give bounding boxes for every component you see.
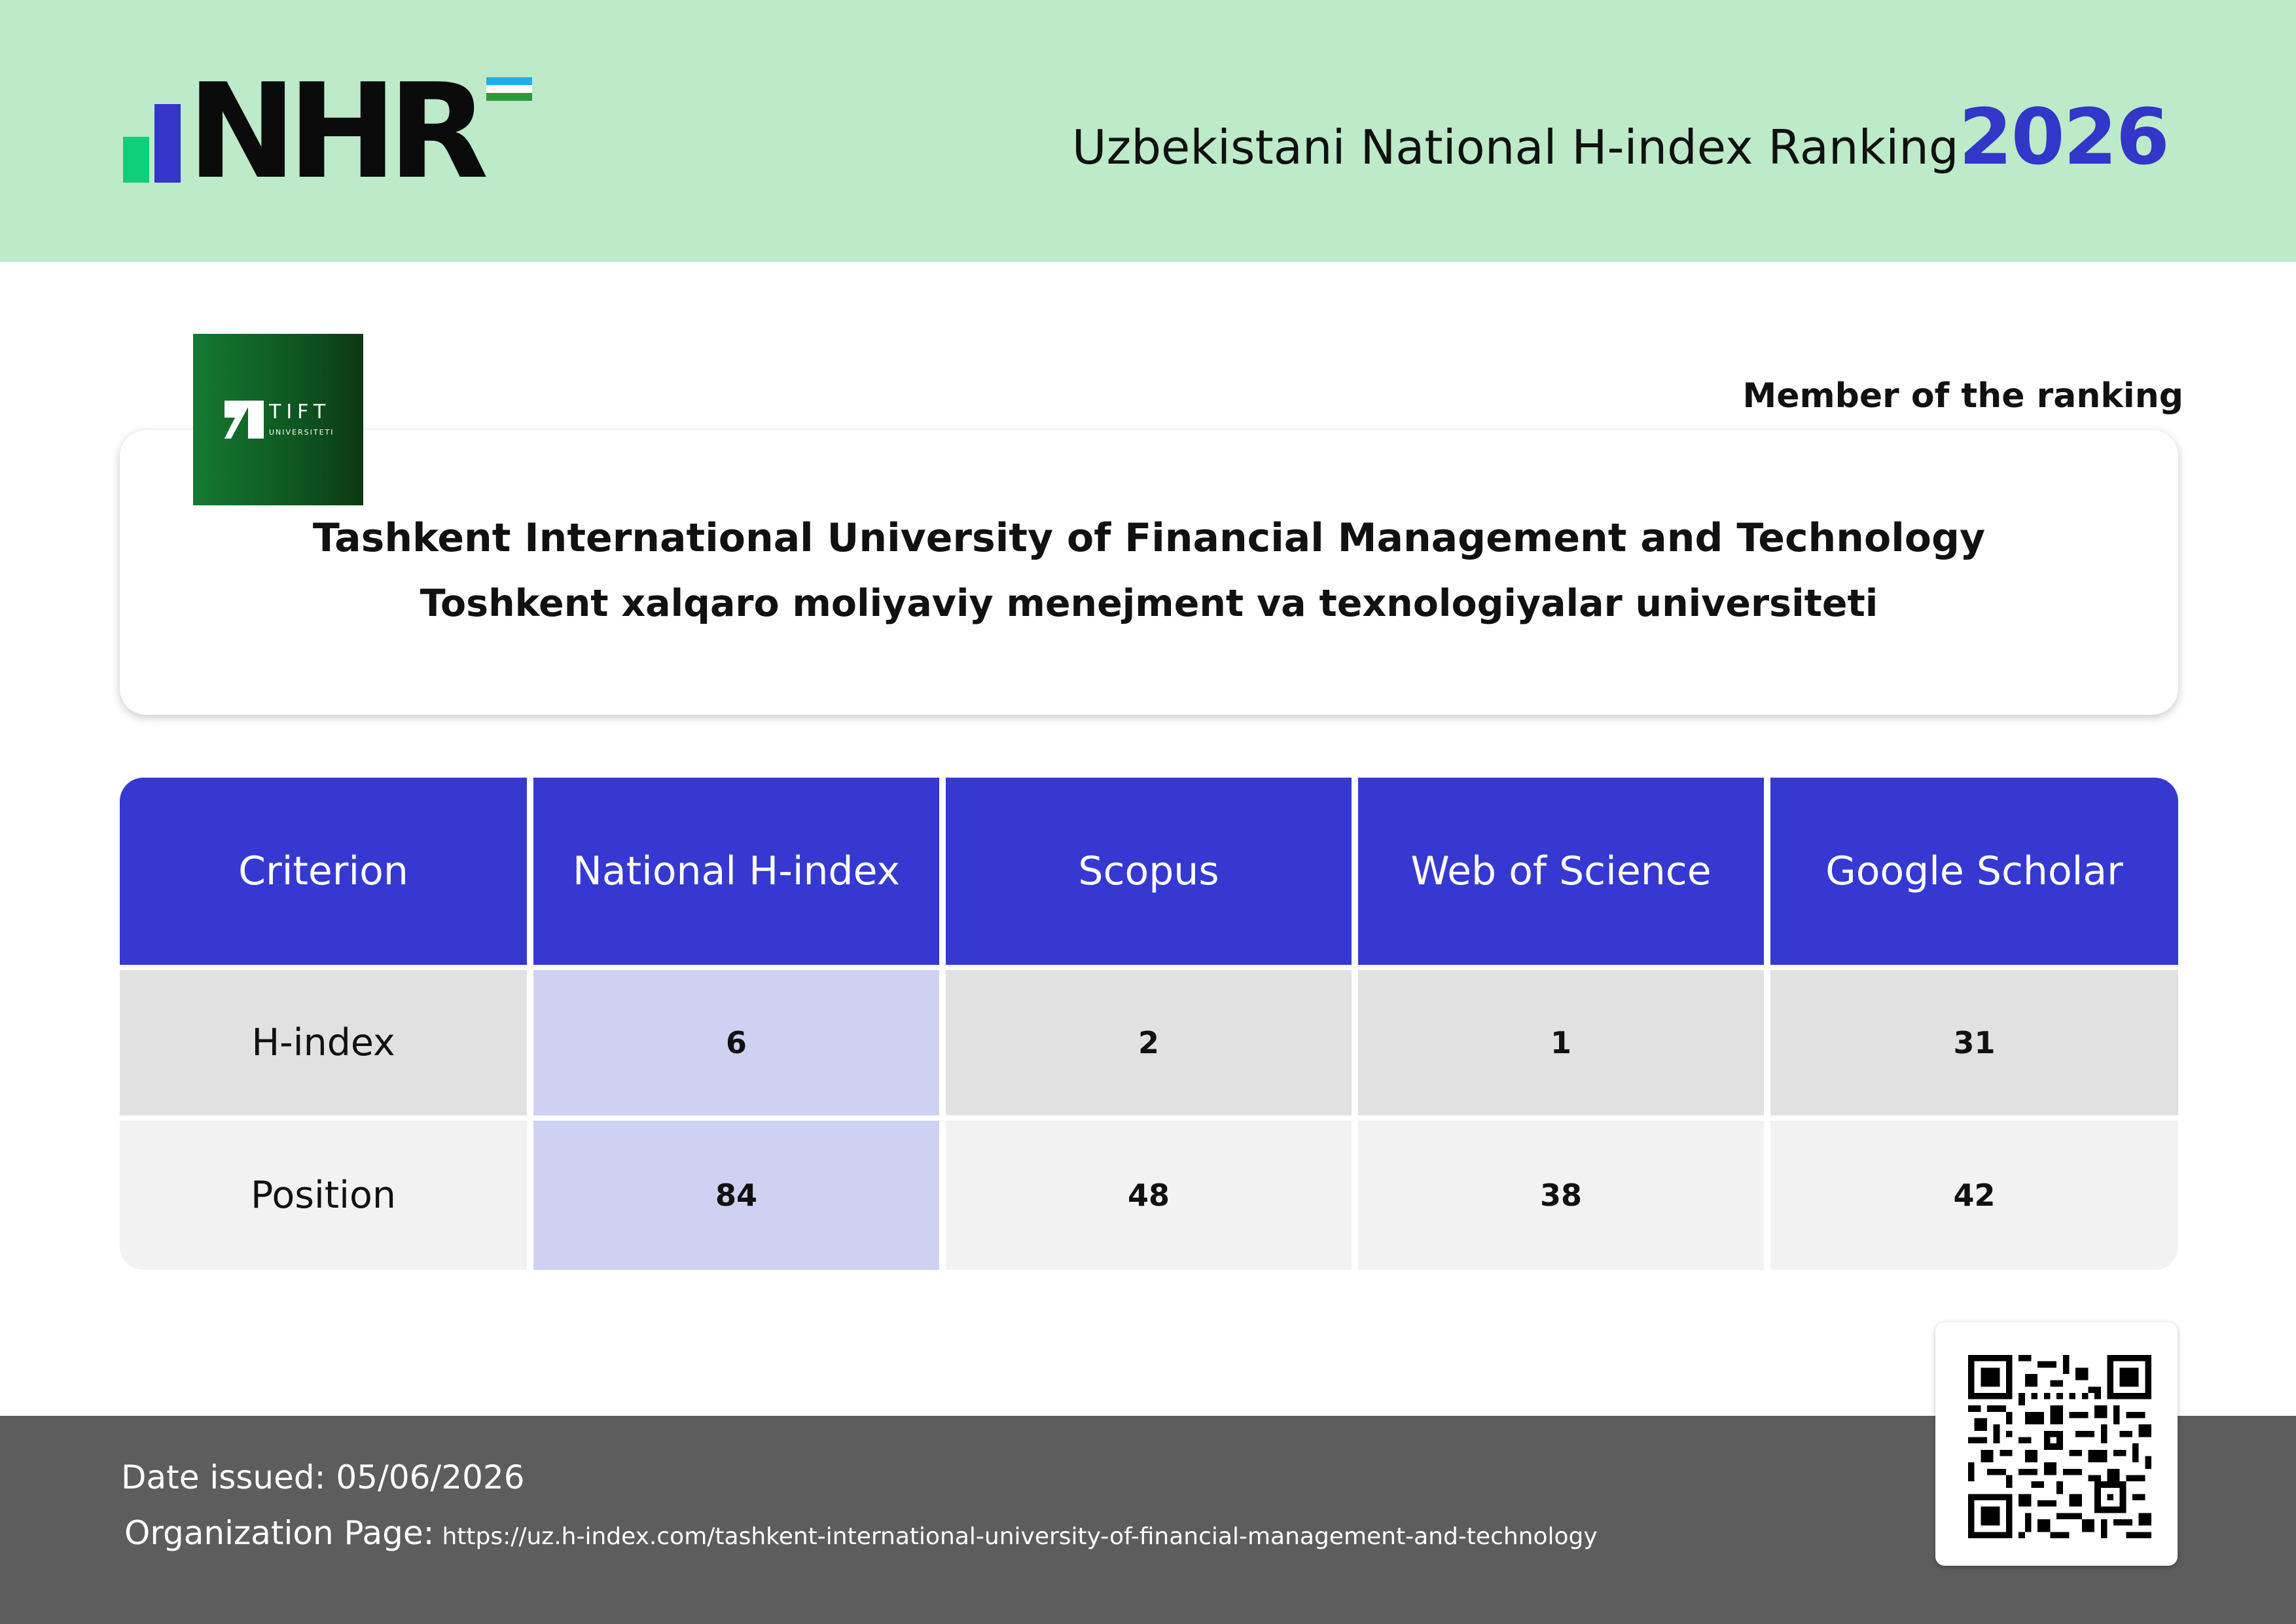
table-cell-scopus: 48 — [946, 1121, 1352, 1270]
university-name-uz: Toshkent xalqaro moliyaviy menejment va … — [420, 582, 1878, 625]
table-cell-national-hindex: 84 — [533, 1121, 939, 1270]
member-label: Member of the ranking — [1742, 376, 2183, 416]
table-cell-google-scholar: 42 — [1770, 1121, 2178, 1270]
date-issued-label: Date issued: — [121, 1458, 326, 1496]
university-name-card: Tashkent International University of Fin… — [120, 430, 2178, 715]
tift-mark-icon — [224, 401, 264, 439]
university-logo: TIFT UNIVERSITETI — [193, 334, 363, 505]
organization-page-label: Organization Page: — [124, 1514, 435, 1552]
table-cell-national-hindex: 6 — [533, 970, 939, 1115]
table-cell-web-of-science: 38 — [1358, 1121, 1764, 1270]
table-cell-web-of-science: 1 — [1358, 970, 1764, 1115]
logo-bar-blue — [154, 104, 181, 183]
ranking-table: Criterion National H-index Scopus Web of… — [120, 778, 2178, 1270]
nhr-logo: NHR — [123, 67, 542, 198]
date-issued: Date issued: 05/06/2026 — [121, 1458, 525, 1496]
table-cell-scopus: 2 — [946, 970, 1352, 1115]
qr-code-icon — [1968, 1355, 2151, 1538]
table-cell-google-scholar: 31 — [1770, 970, 2178, 1115]
qr-code-card[interactable] — [1935, 1322, 2178, 1566]
date-issued-value: 05/06/2026 — [336, 1458, 525, 1496]
table-header-cell: Scopus — [946, 778, 1352, 965]
table-header-cell: Web of Science — [1358, 778, 1764, 965]
organization-page-link[interactable]: https://uz.h-index.com/tashkent-internat… — [442, 1523, 1597, 1550]
university-name-en: Tashkent International University of Fin… — [312, 515, 1986, 561]
university-logo-word: TIFT — [269, 401, 331, 424]
logo-text: NHR — [187, 56, 489, 208]
table-row-label: H-index — [120, 970, 527, 1115]
university-logo-sub: UNIVERSITETI — [269, 428, 334, 437]
organization-page: Organization Page: https://uz.h-index.co… — [124, 1514, 1598, 1552]
ranking-title: Uzbekistani National H-index Ranking — [1071, 120, 1959, 175]
ranking-year: 2026 — [1958, 92, 2170, 182]
table-header-cell: Criterion — [120, 778, 527, 965]
table-header-cell: National H-index — [533, 778, 939, 965]
table-header-cell: Google Scholar — [1770, 778, 2178, 965]
logo-bar-green — [123, 137, 149, 183]
uzbekistan-flag-icon — [486, 77, 532, 101]
header-banner: NHR Uzbekistani National H-index Ranking… — [0, 0, 2296, 262]
page-title: Uzbekistani National H-index Ranking 202… — [1071, 92, 2170, 182]
table-row-label: Position — [120, 1121, 527, 1270]
